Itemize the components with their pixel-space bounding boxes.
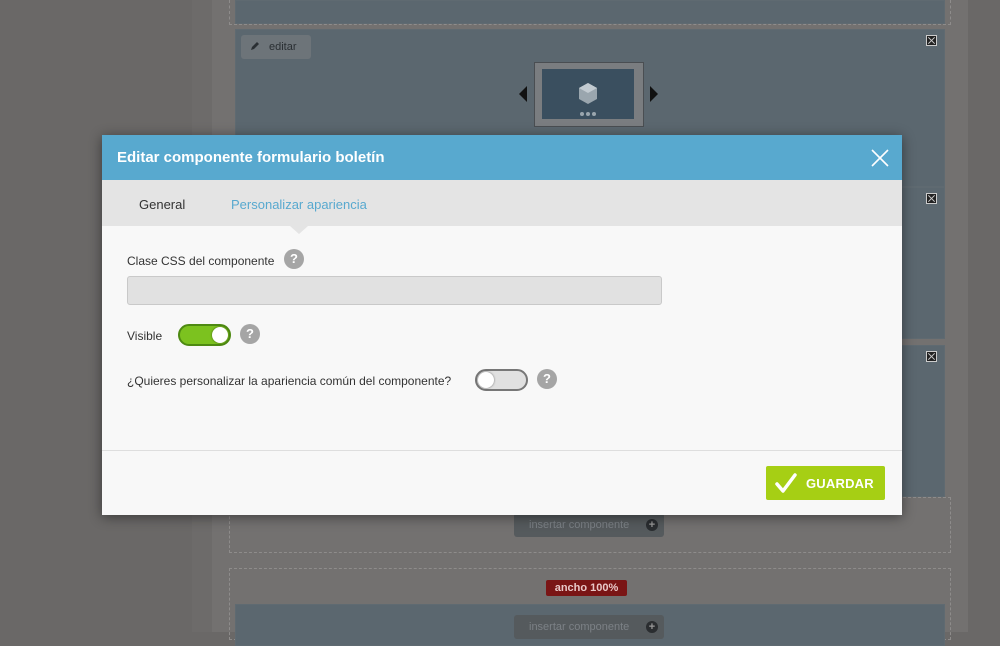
dialog-header: Editar componente formulario boletín — [102, 135, 902, 180]
visible-label: Visible — [127, 329, 163, 343]
width-badge: ancho 100% — [546, 580, 627, 596]
help-icon[interactable]: ? — [240, 324, 260, 344]
help-icon[interactable]: ? — [537, 369, 557, 389]
slider-preview — [534, 62, 644, 127]
edit-button-label: editar — [269, 41, 297, 53]
css-class-input[interactable] — [127, 276, 662, 305]
save-button-label: GUARDAR — [806, 476, 874, 491]
plus-icon: + — [646, 621, 658, 633]
help-icon[interactable]: ? — [284, 249, 304, 269]
tab-general[interactable]: General — [139, 197, 185, 212]
css-class-label: Clase CSS del componente — [127, 254, 275, 268]
insert-component-label: insertar componente — [529, 519, 630, 531]
insert-component-label: insertar componente — [529, 621, 630, 633]
footer-divider — [102, 450, 902, 451]
toggle-knob — [478, 372, 494, 388]
cube-icon — [579, 83, 597, 116]
toggle-knob — [212, 327, 228, 343]
edit-component-dialog: Editar componente formulario boletín Gen… — [102, 135, 902, 515]
close-icon[interactable] — [926, 193, 937, 204]
tab-customize-appearance[interactable]: Personalizar apariencia — [231, 197, 367, 212]
slider-prev-arrow-icon[interactable] — [519, 86, 527, 102]
slider-next-arrow-icon[interactable] — [650, 86, 658, 102]
save-button[interactable]: GUARDAR — [766, 466, 885, 500]
customize-appearance-label: ¿Quieres personalizar la apariencia comú… — [127, 374, 452, 388]
dialog-title: Editar componente formulario boletín — [117, 149, 385, 166]
slider-screen — [542, 69, 634, 119]
plus-icon: + — [646, 519, 658, 531]
customize-appearance-toggle[interactable] — [475, 369, 528, 391]
dialog-tabs: General Personalizar apariencia — [102, 180, 902, 226]
background-component-strip — [235, 0, 945, 24]
pencil-icon — [251, 42, 259, 50]
active-tab-pointer — [290, 226, 308, 234]
close-icon[interactable] — [926, 351, 937, 362]
insert-component-button[interactable]: insertar componente + — [514, 513, 664, 537]
close-icon[interactable] — [926, 35, 937, 46]
checkmark-icon — [775, 473, 797, 493]
visible-toggle[interactable] — [178, 324, 231, 346]
close-icon[interactable] — [870, 148, 890, 168]
insert-component-button[interactable]: insertar componente + — [514, 615, 664, 639]
edit-button[interactable]: editar — [241, 35, 311, 59]
